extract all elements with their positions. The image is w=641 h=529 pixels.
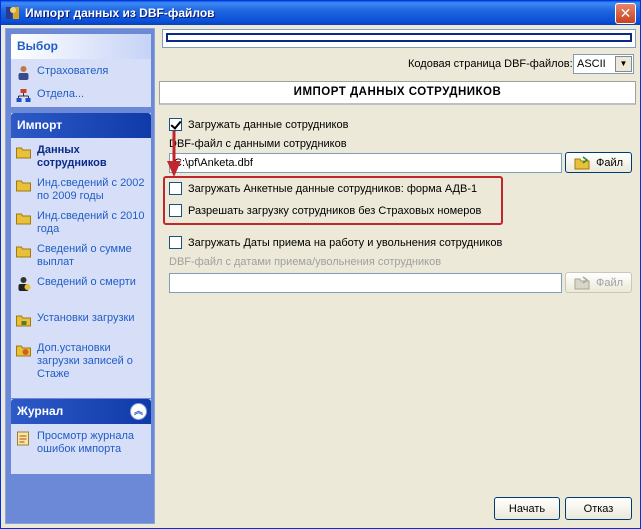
folder-lock-icon — [16, 315, 31, 327]
sidebar-item-label: Установки загрузки — [37, 312, 135, 324]
dbf-dates-label: DBF-файл с датами приема/увольнения сотр… — [169, 256, 442, 268]
sidebar-item-load-settings[interactable]: Установки загрузки — [15, 312, 147, 328]
top-selector-focus — [166, 33, 632, 42]
annotation-arrow — [167, 131, 181, 177]
sidebar-item-payments[interactable]: Сведений о сумме выплат — [15, 243, 147, 269]
open-folder-icon — [574, 155, 590, 169]
title-bar[interactable]: Импорт данных из DBF-файлов ✕ — [1, 1, 640, 25]
person-icon — [18, 66, 29, 80]
folder-icon — [16, 246, 31, 258]
open-folder-icon — [574, 275, 590, 289]
notepad-icon — [17, 431, 29, 446]
codepage-select[interactable]: ASCII ▼ — [573, 54, 634, 74]
panel-journal-header[interactable]: Журнал ︽ — [11, 399, 151, 424]
codepage-label: Кодовая страница DBF-файлов: — [408, 58, 573, 70]
import-dbf-window: Импорт данных из DBF-файлов ✕ Выбор Стра… — [0, 0, 641, 529]
task-pane: Выбор Страхователя Отдела... Импорт Данн… — [5, 28, 155, 524]
top-selector[interactable] — [162, 29, 636, 48]
sidebar-item-label: Данных сотрудников — [37, 144, 107, 169]
panel-import-title: Импорт — [17, 118, 63, 132]
allow-no-insurance-label: Разрешать загрузку сотрудников без Страх… — [188, 204, 482, 217]
chevron-down-icon[interactable]: ▼ — [615, 56, 632, 72]
sidebar-item-label: Отдела... — [37, 88, 85, 100]
panel-import-header[interactable]: Импорт — [11, 113, 151, 138]
sidebar-item-ind-2010[interactable]: Инд.сведений с 2010 года — [15, 210, 147, 236]
collapse-icon[interactable]: ︽ — [130, 403, 147, 420]
folder-icon — [16, 147, 31, 159]
codepage-value: ASCII — [577, 58, 606, 70]
allow-no-insurance-checkbox-row[interactable]: Разрешать загрузку сотрудников без Страх… — [169, 204, 481, 217]
sidebar-item-ind-2002-2009[interactable]: Инд.сведений с 2002 по 2009 годы — [15, 177, 147, 203]
panel-journal-title: Журнал — [17, 404, 64, 418]
sidebar-item-label: Инд.сведений с 2010 года — [37, 210, 145, 235]
load-employees-checkbox-row[interactable]: Загружать данные сотрудников — [169, 118, 348, 131]
load-adv1-label: Загружать Анкетные данные сотрудников: ф… — [188, 182, 478, 195]
gear-folder-icon — [16, 345, 31, 357]
cancel-button-label: Отказ — [583, 502, 614, 515]
close-icon: ✕ — [619, 5, 632, 21]
load-dates-checkbox[interactable] — [169, 236, 182, 249]
load-dates-label: Загружать Даты приема на работу и увольн… — [188, 236, 503, 249]
sidebar-item-insurer[interactable]: Страхователя — [15, 65, 147, 81]
file-button[interactable]: Файл — [565, 152, 632, 173]
dbf-employees-input[interactable]: C:\pf\Anketa.dbf — [169, 153, 562, 173]
dbf-employees-label: DBF-файл с данными сотрудников — [169, 138, 347, 150]
panel-journal: Журнал ︽ Просмотр журнала ошибок импорта — [11, 399, 151, 474]
window-title: Импорт данных из DBF-файлов — [25, 6, 215, 20]
folder-icon — [16, 213, 31, 225]
start-button-label: Начать — [508, 502, 546, 515]
sidebar-item-label: Сведений о смерти — [37, 276, 136, 288]
person-dark-icon — [18, 277, 31, 291]
section-title: ИМПОРТ ДАННЫХ СОТРУДНИКОВ — [159, 81, 636, 105]
sidebar-item-label: Доп.установки загрузки записей о Стаже — [37, 342, 133, 380]
sidebar-item-label: Страхователя — [37, 65, 109, 77]
panel-selection-title: Выбор — [17, 39, 58, 53]
load-adv1-checkbox-row[interactable]: Загружать Анкетные данные сотрудников: ф… — [169, 182, 477, 195]
sidebar-item-extra-settings[interactable]: Доп.установки загрузки записей о Стаже — [15, 342, 147, 381]
load-employees-label: Загружать данные сотрудников — [188, 118, 349, 131]
sidebar-item-error-log[interactable]: Просмотр журнала ошибок импорта — [15, 430, 147, 456]
load-employees-checkbox[interactable] — [169, 118, 182, 131]
allow-no-insurance-checkbox[interactable] — [169, 204, 182, 217]
panel-selection-header[interactable]: Выбор — [11, 34, 151, 59]
sidebar-item-department[interactable]: Отдела... — [15, 88, 147, 104]
start-button[interactable]: Начать — [494, 497, 560, 520]
panel-import: Импорт Данных сотрудников Инд.сведений с… — [11, 113, 151, 398]
file-button-disabled-label: Файл — [595, 276, 624, 289]
sidebar-item-label: Просмотр журнала ошибок импорта — [37, 430, 134, 455]
panel-selection: Выбор Страхователя Отдела... — [11, 34, 151, 107]
file-button-label: Файл — [595, 156, 624, 169]
load-dates-checkbox-row[interactable]: Загружать Даты приема на работу и увольн… — [169, 236, 502, 249]
org-chart-icon — [16, 89, 31, 102]
dbf-dates-input[interactable] — [169, 273, 562, 293]
folder-icon — [16, 180, 31, 192]
file-button-disabled[interactable]: Файл — [565, 272, 632, 293]
sidebar-item-label: Инд.сведений с 2002 по 2009 годы — [37, 177, 145, 202]
load-adv1-checkbox[interactable] — [169, 182, 182, 195]
sidebar-item-label: Сведений о сумме выплат — [37, 243, 132, 268]
close-button[interactable]: ✕ — [615, 3, 636, 24]
sidebar-item-employee-data[interactable]: Данных сотрудников — [15, 144, 147, 170]
app-icon — [6, 7, 19, 19]
sidebar-item-death[interactable]: Сведений о смерти — [15, 276, 147, 292]
cancel-button[interactable]: Отказ — [565, 497, 632, 520]
